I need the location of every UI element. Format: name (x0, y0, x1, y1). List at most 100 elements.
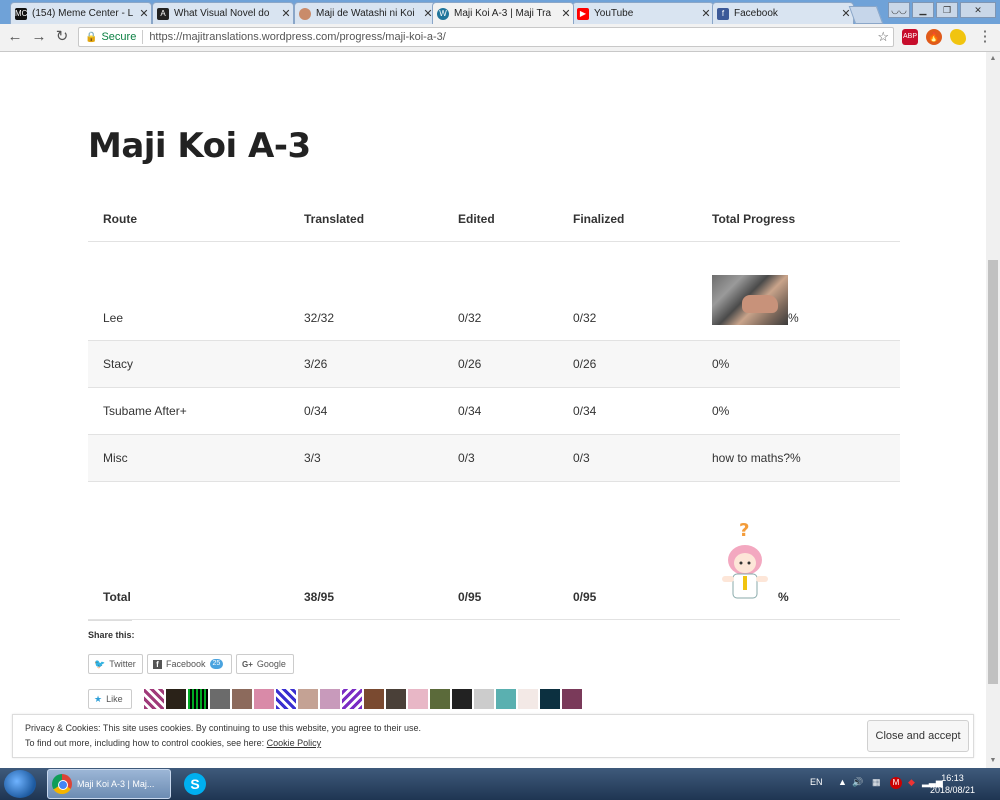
cell-finalized: 0/95 (558, 481, 697, 620)
tab-label: YouTube (594, 8, 634, 19)
avatar[interactable] (364, 689, 384, 709)
start-button[interactable] (4, 770, 36, 798)
avatar[interactable] (386, 689, 406, 709)
close-tab-icon[interactable]: ✕ (559, 7, 573, 20)
profile-icon[interactable]: ◡◡ (888, 2, 910, 18)
cell-edited: 0/26 (443, 340, 558, 388)
tab-label: (154) Meme Center - L (32, 8, 134, 19)
like-button[interactable]: ★ Like (88, 689, 132, 709)
tab-facebook[interactable]: f Facebook ✕ (712, 2, 854, 24)
scroll-up-arrow-icon[interactable]: ▲ (986, 52, 1000, 66)
tab-maji-de-watashi[interactable]: Maji de Watashi ni Koi ✕ (294, 2, 436, 24)
avatar[interactable] (232, 689, 252, 709)
avatar[interactable] (540, 689, 560, 709)
tab-strip: MC (154) Meme Center - L ✕ A What Visual… (0, 0, 1000, 24)
url-text: https://majitranslations.wordpress.com/p… (149, 31, 446, 43)
address-bar[interactable]: 🔒 Secure https://majitranslations.wordpr… (78, 27, 894, 47)
language-indicator[interactable]: EN (810, 777, 823, 787)
cell-route: Tsubame After+ (88, 387, 289, 435)
avatar[interactable] (210, 689, 230, 709)
avatar[interactable] (320, 689, 340, 709)
share-twitter-button[interactable]: 🐦 Twitter (88, 654, 143, 674)
banana-extension-icon[interactable] (950, 29, 966, 45)
share-google-button[interactable]: G+ Google (236, 654, 294, 674)
close-tab-icon[interactable]: ✕ (279, 7, 293, 20)
cell-translated: 3/26 (289, 340, 443, 388)
avatar[interactable] (474, 689, 494, 709)
tray-arrow-icon[interactable]: ▲ (838, 777, 847, 787)
close-tab-icon[interactable]: ✕ (137, 7, 151, 20)
cell-route: Stacy (88, 340, 289, 388)
avatar[interactable] (144, 689, 164, 709)
new-tab-button[interactable] (848, 6, 884, 24)
close-tab-icon[interactable]: ✕ (699, 7, 713, 20)
table-header-row: Route Translated Edited Finalized Total … (88, 197, 900, 242)
mcafee-icon[interactable]: M (890, 777, 902, 789)
tab-label: What Visual Novel do (174, 8, 270, 19)
avatar[interactable] (254, 689, 274, 709)
forward-arrow-icon[interactable]: → (30, 28, 48, 46)
cookie-policy-link[interactable]: Cookie Policy (267, 738, 322, 748)
share-facebook-button[interactable]: f Facebook 25 (147, 654, 232, 674)
adblock-plus-icon[interactable]: ABP (902, 29, 918, 45)
system-clock[interactable]: 16:13 2018/08/21 (930, 772, 975, 796)
avatar[interactable] (496, 689, 516, 709)
facebook-share-count: 25 (209, 659, 224, 669)
cookie-banner: Privacy & Cookies: This site uses cookie… (12, 714, 974, 758)
avatar[interactable] (408, 689, 428, 709)
avatar[interactable] (188, 689, 208, 709)
tab-label: Maji Koi A-3 | Maji Tra (454, 8, 552, 19)
liker-avatars (144, 689, 582, 709)
avatar[interactable] (452, 689, 472, 709)
star-icon: ★ (94, 693, 103, 704)
avatar[interactable] (166, 689, 186, 709)
avatar[interactable] (562, 689, 582, 709)
avatar[interactable] (342, 689, 362, 709)
reload-icon[interactable]: ↻ (53, 28, 71, 46)
cookie-text: To find out more, including how to contr… (25, 738, 267, 748)
cookie-text-line1: Privacy & Cookies: This site uses cookie… (25, 723, 422, 733)
hand-on-machine-image (712, 275, 788, 325)
bookmark-star-icon[interactable]: ☆ (877, 29, 889, 45)
table-row: Stacy 3/26 0/26 0/26 0% (88, 340, 900, 388)
volume-icon[interactable]: 🔊 (852, 777, 863, 788)
cell-route: Total (88, 481, 289, 620)
scrollbar-thumb[interactable] (988, 260, 998, 684)
col-translated: Translated (289, 197, 443, 242)
avatar[interactable] (518, 689, 538, 709)
cell-translated: 32/32 (289, 241, 443, 341)
avatar[interactable] (298, 689, 318, 709)
lock-icon: 🔒 (85, 31, 98, 43)
secure-label: Secure (101, 31, 137, 43)
cell-edited: 0/34 (443, 387, 558, 435)
tab-meme-center[interactable]: MC (154) Meme Center - L ✕ (10, 2, 152, 24)
scroll-down-arrow-icon[interactable]: ▼ (986, 754, 1000, 768)
skype-icon[interactable]: S (184, 773, 206, 795)
col-edited: Edited (443, 197, 558, 242)
fire-extension-icon[interactable]: 🔥 (926, 29, 942, 45)
back-arrow-icon[interactable]: ← (6, 28, 24, 46)
menu-dots-icon[interactable]: ⋮ (976, 28, 994, 46)
close-and-accept-button[interactable]: Close and accept (867, 720, 969, 752)
table-row: Misc 3/3 0/3 0/3 how to maths?% (88, 434, 900, 482)
network-icon[interactable]: ▦ (872, 777, 881, 788)
avatar[interactable] (430, 689, 450, 709)
share-title: Share this: (88, 630, 135, 640)
antivirus-icon[interactable]: ◆ (908, 777, 915, 788)
cell-finalized: 0/3 (558, 434, 697, 482)
page-scrollbar[interactable]: ▲ ▼ (986, 52, 1000, 768)
tab-what-visual-novel[interactable]: A What Visual Novel do ✕ (152, 2, 294, 24)
share-twitter-label: Twitter (109, 659, 136, 669)
tab-youtube[interactable]: ▶ YouTube ✕ (572, 2, 714, 24)
avatar[interactable] (276, 689, 296, 709)
cell-finalized: 0/32 (558, 241, 697, 341)
progress-table: Route Translated Edited Finalized Total … (88, 197, 900, 620)
cell-progress: 0% (697, 387, 900, 435)
minimize-button[interactable]: ▁ (912, 2, 934, 18)
site-favicon-icon: A (157, 7, 169, 20)
tab-maji-koi-a3[interactable]: W Maji Koi A-3 | Maji Tra ✕ (432, 2, 574, 24)
restore-button[interactable]: ❐ (936, 2, 958, 18)
window-close-button[interactable]: ✕ (960, 2, 996, 18)
page-content: Maji Koi A-3 Route Translated Edited Fin… (0, 52, 986, 768)
taskbar-chrome-window[interactable]: Maji Koi A-3 | Maj... (47, 769, 171, 799)
